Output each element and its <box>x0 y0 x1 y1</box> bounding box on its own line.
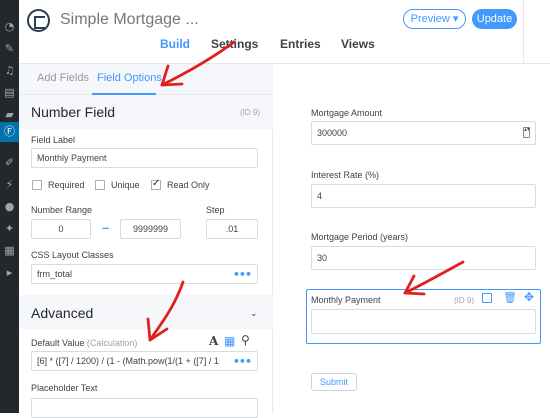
css-classes-value: frm_total <box>37 269 73 279</box>
required-label: Required <box>48 180 85 190</box>
text-format-icon[interactable]: A <box>209 334 218 348</box>
builder-header: Simple Mortgage ... Preview ▾ Update Bui… <box>19 0 550 64</box>
calculation-hint: (Calculation) <box>86 338 138 348</box>
duplicate-icon[interactable] <box>482 293 492 303</box>
default-value-input[interactable]: [6] * ([7] / 1200) / (1 - (Math.pow(1/(1… <box>31 351 258 371</box>
collapse-icon[interactable]: ▸ <box>3 266 16 279</box>
read-only-checkbox[interactable] <box>151 178 161 190</box>
move-icon[interactable]: ✥ <box>524 290 534 304</box>
mortgage-amount-value: 300000 <box>317 128 348 138</box>
formidable-icon[interactable]: Ⓕ <box>0 122 19 142</box>
step-input[interactable]: .01 <box>206 219 258 239</box>
wp-admin-sidebar: ◔ ✎ ♫ ▤ ▰ Ⓕ ✐ ⚡ ● ✦ ▦ ▸ <box>0 0 19 413</box>
css-classes-input[interactable]: frm_total ••• <box>31 264 258 284</box>
appearance-icon[interactable]: ✐ <box>3 156 16 169</box>
submit-button[interactable]: Submit <box>311 373 357 391</box>
range-min-input[interactable]: 0 <box>31 219 91 239</box>
plugins-icon[interactable]: ⚡ <box>3 178 16 191</box>
css-classes-caption: CSS Layout Classes <box>31 250 114 260</box>
required-checkbox[interactable] <box>32 180 42 190</box>
monthly-payment-field[interactable]: Monthly Payment (ID 9) 🗑 ✥ <box>306 289 541 344</box>
field-label-input[interactable]: Monthly Payment <box>31 148 258 168</box>
range-dash: – <box>102 220 110 235</box>
search-icon[interactable]: ⚲ <box>241 333 250 347</box>
monthly-payment-label: Monthly Payment <box>311 295 381 305</box>
calculator-icon[interactable]: ▦ <box>224 334 235 348</box>
comments-icon[interactable]: ▰ <box>3 108 16 121</box>
read-only-label: Read Only <box>167 180 210 190</box>
users-icon[interactable]: ● <box>3 200 16 213</box>
number-range-caption: Number Range <box>31 205 93 215</box>
default-value-caption: Default Value (Calculation) <box>31 338 137 348</box>
mortgage-period-input[interactable]: 30 <box>311 246 536 270</box>
tab-views[interactable]: Views <box>341 37 375 51</box>
tab-build[interactable]: Build <box>160 37 190 51</box>
default-value-label: Default Value <box>31 338 85 348</box>
tab-settings[interactable]: Settings <box>211 37 258 51</box>
default-value-text: [6] * ([7] / 1200) / (1 - (Math.pow(1/(1… <box>37 356 219 366</box>
mortgage-amount-label: Mortgage Amount <box>311 108 383 118</box>
form-title[interactable]: Simple Mortgage ... <box>60 11 199 29</box>
interest-rate-label: Interest Rate (%) <box>311 170 380 180</box>
settings-icon[interactable]: ▦ <box>3 244 16 257</box>
form-preview: Mortgage Amount 300000 ▴▾ Interest Rate … <box>274 64 550 413</box>
speedometer-icon[interactable]: ◔ <box>3 20 16 33</box>
tab-field-options[interactable]: Field Options <box>97 72 162 84</box>
step-caption: Step <box>206 205 225 215</box>
pages-icon[interactable]: ▤ <box>3 86 16 99</box>
mortgage-amount-input[interactable]: 300000 ▴▾ <box>311 121 536 145</box>
number-field-header: Number Field (ID 9) <box>19 95 273 129</box>
preview-button[interactable]: Preview ▾ <box>403 9 466 29</box>
panel-tabs: Add Fields Field Options <box>19 64 273 95</box>
unique-checkbox[interactable] <box>95 180 105 190</box>
unique-label: Unique <box>111 180 140 190</box>
field-id-badge: (ID 9) <box>454 296 474 305</box>
update-button[interactable]: Update <box>472 9 517 29</box>
more-options-icon[interactable]: ••• <box>230 353 252 370</box>
tools-icon[interactable]: ✦ <box>3 222 16 235</box>
more-options-icon[interactable]: ••• <box>233 266 252 283</box>
advanced-header[interactable]: Advanced ⌄ <box>19 295 273 329</box>
field-options-panel: Add Fields Field Options Number Field (I… <box>19 64 273 418</box>
field-id-badge: (ID 9) <box>240 108 260 117</box>
header-divider <box>523 0 524 64</box>
formidable-logo[interactable] <box>27 9 50 32</box>
range-max-input[interactable]: 9999999 <box>120 219 181 239</box>
tab-entries[interactable]: Entries <box>280 37 321 51</box>
media-icon[interactable]: ♫ <box>3 64 16 77</box>
placeholder-caption: Placeholder Text <box>31 383 98 393</box>
field-label-caption: Field Label <box>31 135 76 145</box>
pin-icon[interactable]: ✎ <box>3 42 16 55</box>
advanced-title: Advanced <box>31 305 94 321</box>
mortgage-period-label: Mortgage Period (years) <box>311 232 409 242</box>
section-title: Number Field <box>31 104 116 120</box>
monthly-payment-input[interactable] <box>311 309 536 334</box>
chevron-down-icon[interactable]: ⌄ <box>250 309 258 319</box>
interest-rate-input[interactable]: 4 <box>311 184 536 208</box>
trash-icon[interactable]: 🗑 <box>503 291 517 304</box>
placeholder-input[interactable] <box>31 398 258 418</box>
tab-add-fields[interactable]: Add Fields <box>37 72 89 84</box>
number-spinner-icon[interactable]: ▴▾ <box>523 127 530 138</box>
